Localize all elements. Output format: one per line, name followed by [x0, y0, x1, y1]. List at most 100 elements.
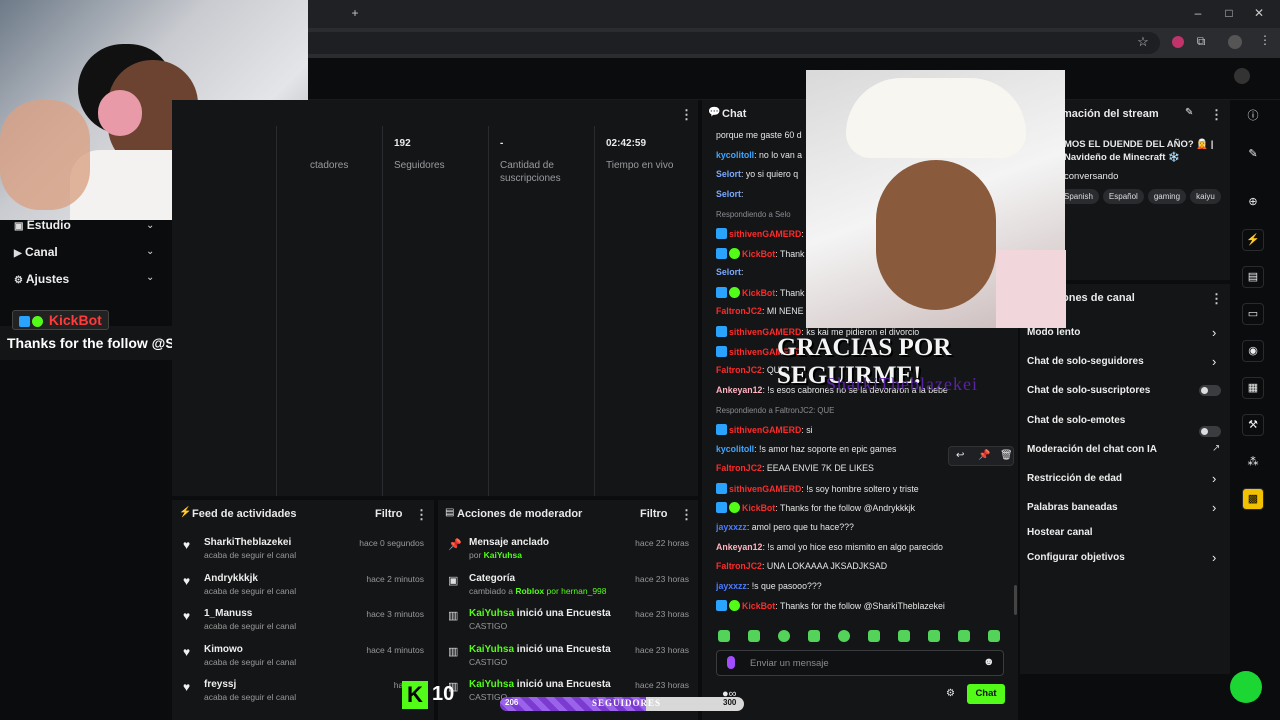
emote-icon[interactable]	[868, 630, 880, 642]
chevron-down-icon[interactable]: ⌄	[146, 246, 154, 257]
chat-username[interactable]: sithivenGAMERD	[729, 425, 801, 435]
minimize-icon[interactable]: –	[1187, 6, 1209, 20]
lightning-icon[interactable]: ⚡	[1242, 229, 1264, 251]
more-options-icon[interactable]: ⋮	[415, 507, 428, 523]
clapper-icon[interactable]: ▩	[1242, 488, 1264, 510]
follower-name[interactable]: SharkiTheblazekei	[204, 537, 291, 548]
sidebar-item-canal[interactable]: ▶ Canal	[14, 245, 58, 259]
emote-icon[interactable]	[718, 630, 730, 642]
chevron-right-icon[interactable]: ›	[1212, 325, 1216, 340]
mod-filter-button[interactable]: Filtro	[640, 508, 668, 520]
follower-name[interactable]: freyssj	[204, 679, 236, 690]
more-options-icon[interactable]: ⋮	[680, 507, 693, 523]
chevron-right-icon[interactable]: ›	[1212, 354, 1216, 369]
pin-icon[interactable]: 📌	[978, 450, 990, 461]
chat-message[interactable]: sithivenGAMERD: !s soy hombre soltero y …	[716, 482, 1008, 494]
toggle-switch[interactable]	[1199, 385, 1221, 396]
pencil-icon[interactable]: ✎	[1242, 144, 1264, 166]
chat-username[interactable]: Selort	[716, 267, 741, 277]
chevron-right-icon[interactable]: ›	[1212, 550, 1216, 565]
tag[interactable]: kaiyu	[1190, 189, 1221, 204]
layout-icon[interactable]: ▦	[1242, 377, 1264, 399]
tag[interactable]: gaming	[1147, 189, 1187, 204]
emote-icon[interactable]	[748, 630, 760, 642]
chat-username[interactable]: FaltronJC2	[716, 306, 762, 316]
chat-username[interactable]: sithivenGAMERD	[729, 229, 801, 239]
channel-option-label[interactable]: Hostear canal	[1027, 527, 1093, 538]
emote-icon[interactable]	[988, 630, 1000, 642]
chat-message[interactable]: FaltronJC2: UNA LOKAAAA JKSADJKSAD	[716, 561, 1008, 571]
target-icon[interactable]: ⊕	[1242, 192, 1264, 214]
chat-username[interactable]: kycolitoll	[716, 444, 754, 454]
maximize-icon[interactable]: □	[1218, 6, 1240, 20]
extensions-puzzle-icon[interactable]: ⧉	[1190, 34, 1212, 49]
chat-icon[interactable]: ▭	[1242, 303, 1264, 325]
follower-name[interactable]: Andrykkkjk	[204, 573, 258, 584]
url-input[interactable]	[300, 32, 1160, 54]
close-window-icon[interactable]: ✕	[1248, 6, 1270, 20]
chevron-down-icon[interactable]: ⌄	[146, 220, 154, 231]
chevron-down-icon[interactable]: ⌄	[146, 272, 154, 283]
browser-menu-icon[interactable]: ⋮	[1254, 33, 1276, 47]
emote-icon[interactable]	[778, 630, 790, 642]
chat-send-button[interactable]: Chat	[967, 684, 1005, 704]
more-options-icon[interactable]: ⋮	[680, 107, 693, 123]
chat-username[interactable]: sithivenGAMERD	[729, 484, 801, 494]
status-fab[interactable]	[1230, 671, 1262, 703]
chat-username[interactable]: KickBot	[742, 503, 775, 513]
info-icon[interactable]: ⓘ	[1242, 106, 1264, 128]
channel-option-label[interactable]: Moderación del chat con IA	[1027, 444, 1157, 455]
chat-username[interactable]: KickBot	[742, 249, 775, 259]
chat-username[interactable]: kycolitoll	[716, 150, 754, 160]
external-link-icon[interactable]: ↗	[1212, 443, 1220, 454]
chat-username[interactable]: Ankeyan12	[716, 385, 762, 395]
emote-icon[interactable]	[928, 630, 940, 642]
more-options-icon[interactable]: ⋮	[1210, 107, 1223, 123]
emote-icon[interactable]	[958, 630, 970, 642]
broadcast-icon[interactable]: ◉	[1242, 340, 1264, 362]
mod-user[interactable]: KaiYuhsa	[469, 679, 514, 690]
chevron-right-icon[interactable]: ›	[1212, 471, 1216, 486]
channel-option-label[interactable]: Configurar objetivos	[1027, 552, 1125, 563]
extension-icon[interactable]	[1172, 36, 1184, 48]
emoji-icon[interactable]: ☻	[983, 656, 995, 668]
document-icon[interactable]: ▤	[1242, 266, 1264, 288]
mic-icon[interactable]	[727, 656, 735, 669]
chat-username[interactable]: FaltronJC2	[716, 463, 762, 473]
detail-highlight[interactable]: KaiYuhsa	[484, 550, 522, 560]
emote-icon[interactable]	[838, 630, 850, 642]
chat-username[interactable]: Ankeyan12	[716, 542, 762, 552]
chat-username[interactable]: Selort	[716, 189, 741, 199]
channel-option-label[interactable]: Chat de solo-emotes	[1027, 415, 1125, 426]
chat-message[interactable]: Ankeyan12: !s amol yo hice eso mismito e…	[716, 542, 1008, 552]
chat-message[interactable]: KickBot: Thanks for the follow @Andrykkk…	[716, 502, 1008, 514]
toggle-switch[interactable]	[1199, 426, 1221, 437]
reply-icon[interactable]: ↩	[956, 450, 964, 461]
chat-username[interactable]: jayxxzz	[716, 522, 747, 532]
trash-icon[interactable]: 🗑	[1000, 450, 1013, 461]
chevron-right-icon[interactable]: ›	[1212, 500, 1216, 515]
profile-avatar[interactable]	[1228, 35, 1242, 49]
follower-name[interactable]: Kimowo	[204, 644, 243, 655]
emote-icon[interactable]	[898, 630, 910, 642]
chat-username[interactable]: KickBot	[742, 288, 775, 298]
chat-input[interactable]: Enviar un mensaje ☻	[716, 650, 1004, 676]
sidebar-item-ajustes[interactable]: ⚙ Ajustes	[14, 272, 69, 286]
new-tab-icon[interactable]: +	[344, 6, 366, 20]
chat-username[interactable]: FaltronJC2	[716, 561, 762, 571]
tag[interactable]: Español	[1102, 189, 1144, 204]
follower-name[interactable]: 1_Manuss	[204, 608, 252, 619]
more-options-icon[interactable]: ⋮	[1210, 291, 1223, 307]
bookmark-star-icon[interactable]: ☆	[1132, 34, 1154, 50]
detail-highlight[interactable]: Roblox	[515, 586, 544, 596]
chat-message[interactable]: jayxxzz: !s que pasooo???	[716, 581, 1008, 591]
chat-scrollbar[interactable]	[1014, 585, 1017, 615]
mod-user[interactable]: KaiYuhsa	[469, 644, 514, 655]
user-avatar[interactable]	[1234, 68, 1250, 84]
feed-filter-button[interactable]: Filtro	[375, 508, 403, 520]
chat-username[interactable]: FaltronJC2	[716, 365, 762, 375]
edit-icon[interactable]: ✎	[1185, 107, 1193, 118]
chat-username[interactable]: Selort	[716, 169, 741, 179]
chat-message[interactable]: jayxxzz: amol pero que tu hace???	[716, 522, 1008, 532]
chat-username[interactable]: KickBot	[742, 601, 775, 611]
